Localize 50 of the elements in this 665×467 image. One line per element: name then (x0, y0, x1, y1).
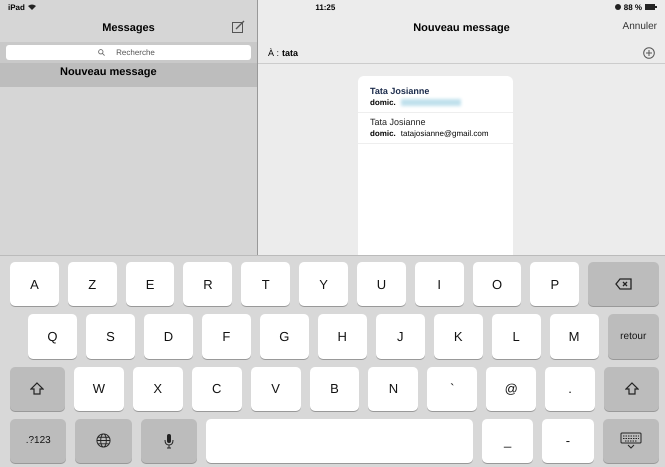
key[interactable]: P (530, 262, 580, 306)
key[interactable]: I (414, 262, 464, 306)
return-key[interactable]: retour (608, 314, 659, 358)
clock-time: 11:25 (315, 2, 336, 12)
key[interactable]: T (241, 262, 290, 306)
numbers-key[interactable]: .?123 (10, 418, 66, 463)
contact-name: Tata Josianne (370, 86, 430, 97)
key[interactable]: X (132, 366, 183, 411)
key[interactable]: K (434, 314, 483, 358)
recipient-field[interactable]: tata (282, 48, 298, 58)
key[interactable]: Q (28, 314, 77, 358)
battery-status: 88 % (614, 2, 657, 12)
key[interactable]: M (550, 314, 599, 358)
key[interactable]: A (10, 262, 59, 306)
key[interactable]: Z (68, 262, 117, 306)
to-label: À : (268, 48, 280, 58)
key[interactable]: J (376, 314, 425, 358)
address-label: domic. (370, 97, 396, 108)
key[interactable]: C (192, 366, 242, 411)
key[interactable]: E (126, 262, 174, 306)
email-address: tatajosianne@gmail.com (400, 128, 488, 139)
key[interactable]: N (368, 366, 418, 411)
key[interactable]: W (74, 366, 124, 411)
key[interactable]: . (545, 366, 596, 411)
key[interactable]: H (318, 314, 367, 358)
contact-name: Tata Josianne (370, 117, 427, 128)
key[interactable]: V (250, 366, 301, 411)
device-status: iPad (8, 2, 36, 12)
sidebar-title: Messages (102, 22, 155, 34)
key[interactable]: S (86, 314, 135, 358)
key[interactable]: R (183, 262, 232, 306)
contact-suggestion[interactable]: Tata Josianne domic. tatajosianne@gmail.com (358, 113, 513, 144)
key[interactable]: F (202, 314, 251, 358)
key[interactable]: @ (486, 366, 536, 411)
key[interactable]: D (144, 314, 193, 358)
contact-suggestion[interactable]: Tata Josianne domic. (358, 82, 513, 113)
key[interactable]: Y (299, 262, 348, 306)
key[interactable]: _ (482, 418, 534, 463)
address-label: domic. (370, 128, 396, 139)
key[interactable]: O (472, 262, 522, 306)
key[interactable]: U (356, 262, 406, 306)
key[interactable]: B (310, 366, 360, 411)
search-field[interactable]: Recherche (6, 45, 251, 60)
conversation-item[interactable]: Nouveau message (0, 63, 257, 87)
cancel-button[interactable]: Annuler (622, 21, 657, 32)
compose-title: Nouveau message (413, 22, 510, 34)
key[interactable]: L (492, 314, 541, 358)
key[interactable]: - (542, 418, 594, 463)
key[interactable]: ` (427, 366, 478, 411)
key[interactable]: G (260, 314, 309, 358)
